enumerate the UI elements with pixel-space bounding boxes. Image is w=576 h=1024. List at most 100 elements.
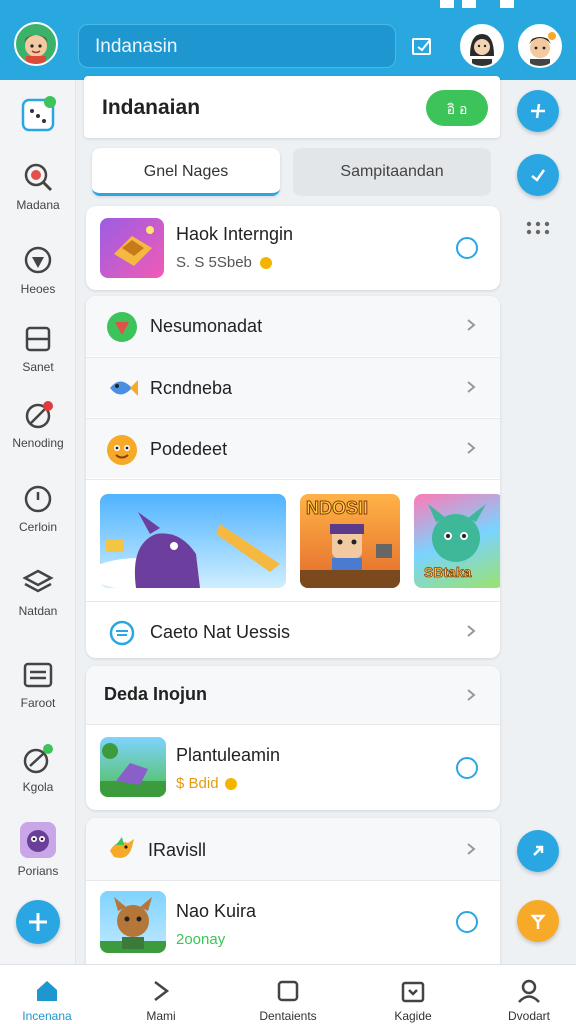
edit-icon[interactable]	[408, 32, 436, 60]
rail-label: Sanet	[22, 360, 54, 374]
rail-item-cerloin[interactable]: Cerloin	[0, 482, 76, 534]
coin-icon	[224, 778, 237, 791]
share-button[interactable]	[517, 830, 559, 872]
section-header[interactable]: IRavisll	[86, 818, 500, 880]
chevron-icon	[154, 981, 170, 1001]
featured-card[interactable]: Haok Interngin S. S 5Sbeb	[86, 206, 500, 290]
rail-item-porians[interactable]: Porians	[0, 820, 76, 878]
game-thumbnail	[100, 218, 164, 278]
friend-avatar[interactable]	[518, 24, 562, 68]
right-rail	[508, 80, 576, 965]
flash-button[interactable]	[517, 90, 559, 132]
profile-avatar[interactable]	[14, 22, 58, 66]
notch-decoration	[440, 0, 454, 8]
check-icon	[531, 169, 546, 182]
rail-label: Faroot	[20, 696, 56, 710]
rail-item-dice[interactable]	[0, 96, 76, 134]
notch-decoration	[500, 0, 514, 8]
chevron-right-icon	[467, 625, 476, 637]
nav-dentaients[interactable]: Dentaients	[233, 977, 343, 1023]
rail-item-nenoding[interactable]: Nenoding	[0, 398, 76, 450]
list-item[interactable]: Podedeet	[86, 418, 500, 478]
search-input[interactable]: Indanasin	[78, 24, 396, 68]
face-icon	[107, 435, 137, 465]
add-button[interactable]	[16, 900, 60, 944]
check-button[interactable]	[517, 154, 559, 196]
more-icon[interactable]	[524, 220, 552, 236]
tab-sampitaandan[interactable]: Sampitaandan	[293, 148, 491, 196]
list-item[interactable]: Rcndneba	[86, 357, 500, 417]
rail-item-faroot[interactable]: Faroot	[0, 658, 76, 710]
nav-label: Mami	[146, 1009, 176, 1023]
banner-image[interactable]: SBtaka	[414, 494, 500, 588]
nav-label: Dentaients	[259, 1009, 317, 1023]
profile-icon	[518, 979, 540, 1003]
nav-home[interactable]: Incenana	[0, 977, 102, 1023]
page-title: Indanaian	[102, 96, 201, 119]
notch-decoration	[462, 0, 476, 8]
menu-list-card: Nesumonadat Rcndneba Podedeet NDOSII SBt…	[86, 296, 500, 658]
chevron-right-icon	[467, 689, 476, 701]
game-thumbnail	[100, 737, 166, 797]
rail-label: Natdan	[18, 604, 58, 618]
section-card: Deda Inojun Plantuleamin $ Bdid	[86, 666, 500, 810]
list-item-label: Caeto Nat Uessis	[150, 622, 291, 642]
select-radio[interactable]	[456, 237, 478, 259]
tab-gnel-nages[interactable]: Gnel Nages	[92, 148, 280, 196]
game-item[interactable]: Nao Kuira 2oonay	[86, 880, 500, 964]
tab-label: Sampitaandan	[340, 163, 444, 180]
rail-item-heoes[interactable]: Heoes	[0, 244, 76, 296]
rail-label: Kgola	[22, 780, 54, 794]
section-title: Deda Inojun	[104, 684, 207, 704]
nav-dvodart[interactable]: Dvodart	[474, 977, 576, 1023]
coin-icon	[260, 257, 273, 270]
arrow-icon	[533, 845, 544, 856]
list-item-label: Nesumonadat	[150, 316, 263, 336]
search-icon	[24, 163, 53, 192]
pin-icon	[530, 914, 546, 929]
inbox-icon	[401, 981, 425, 1003]
chevron-right-icon	[467, 381, 476, 393]
rail-item-natdan[interactable]: Natdan	[0, 566, 76, 618]
shield-icon	[107, 312, 137, 342]
list-item[interactable]: Caeto Nat Uessis	[86, 601, 500, 658]
list-item-label: Podedeet	[150, 439, 228, 459]
nav-kagide[interactable]: Kagide	[358, 977, 468, 1023]
select-radio[interactable]	[456, 911, 478, 933]
section-header[interactable]: Deda Inojun	[86, 666, 500, 724]
list-icon	[23, 662, 53, 688]
monster-icon	[20, 822, 56, 858]
fish-icon	[110, 380, 138, 396]
banner-image[interactable]	[100, 494, 286, 588]
rail-item-madana[interactable]: Madana	[0, 160, 76, 212]
featured-price: S. S 5Sbeb	[176, 254, 273, 271]
pin-button[interactable]	[517, 900, 559, 942]
rail-label: Nenoding	[12, 436, 64, 450]
game-price: 2oonay	[176, 931, 226, 948]
nav-mami[interactable]: Mami	[106, 977, 216, 1023]
rail-item-sanet[interactable]: Sanet	[0, 322, 76, 374]
toggle-pill[interactable]: อิ อ	[426, 90, 488, 126]
plus-icon	[29, 913, 47, 931]
rail-item-kgola[interactable]: Kgola	[0, 742, 76, 794]
panel-icon	[25, 326, 51, 352]
location-icon	[24, 246, 52, 274]
chevron-right-icon	[467, 843, 476, 855]
list-item[interactable]: Nesumonadat	[86, 296, 500, 356]
game-item[interactable]: Plantuleamin $ Bdid	[86, 724, 500, 810]
banner-text: SBtaka	[424, 564, 472, 581]
bird-icon	[110, 837, 134, 858]
user-avatar[interactable]	[460, 24, 504, 68]
chevron-right-icon	[467, 442, 476, 454]
chevron-right-icon	[467, 319, 476, 331]
rail-label: Porians	[17, 864, 59, 878]
target-icon	[109, 620, 135, 646]
section-title: IRavisll	[148, 840, 207, 860]
header-card: Indanaian อิ อ	[84, 76, 500, 138]
banner-image[interactable]: NDOSII	[300, 494, 400, 588]
rail-label: Madana	[16, 198, 60, 212]
game-title: Nao Kuira	[176, 901, 257, 921]
top-bar: Indanasin	[0, 0, 576, 80]
select-radio[interactable]	[456, 757, 478, 779]
bolt-icon	[531, 103, 545, 119]
